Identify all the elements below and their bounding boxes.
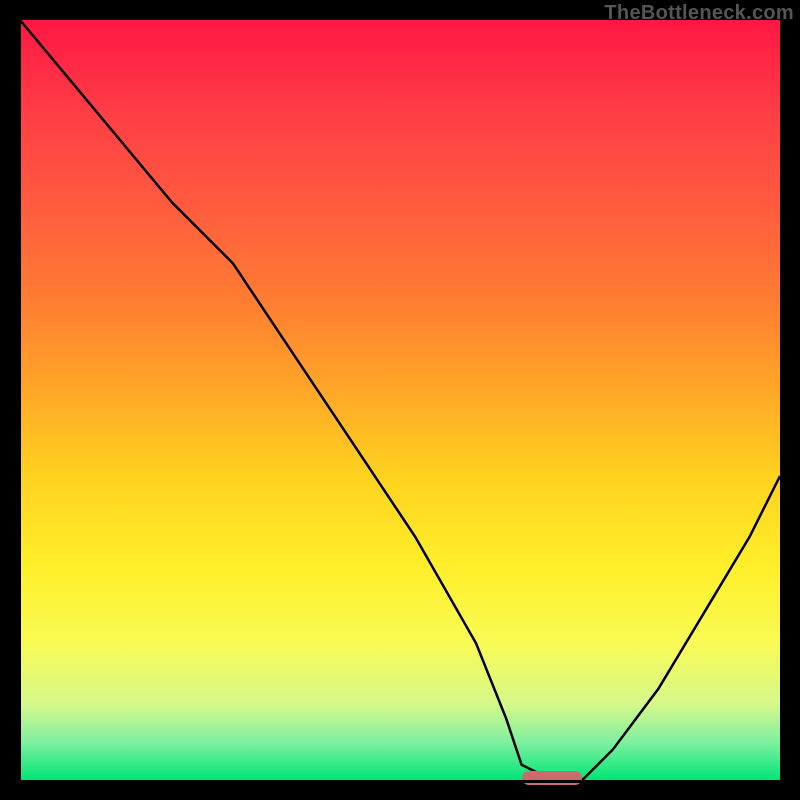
source-watermark: TheBottleneck.com (604, 2, 794, 25)
bottleneck-curve (20, 20, 780, 780)
chart-container: TheBottleneck.com (0, 0, 800, 800)
curve-line (20, 20, 780, 780)
y-axis (18, 20, 21, 782)
x-axis (18, 780, 782, 783)
